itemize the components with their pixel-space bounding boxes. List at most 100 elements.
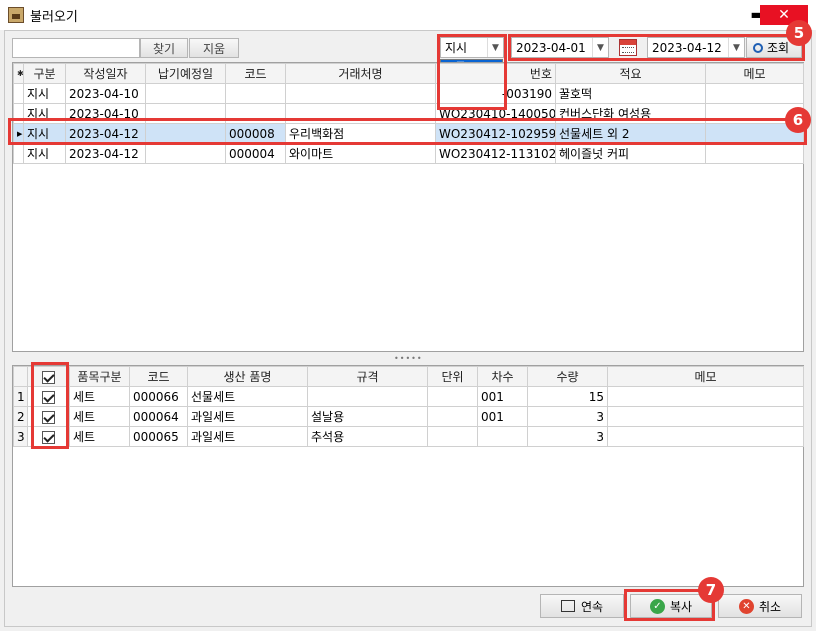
row-number: 3 [13, 426, 28, 447]
cell-spec: 설날용 [307, 406, 428, 427]
column-header[interactable]: 코드 [129, 366, 188, 387]
window-title: 불러오기 [30, 10, 78, 25]
cell-number: WO230412-10295951 [435, 123, 556, 144]
cell-quantity: 3 [527, 406, 608, 427]
cell-code: 000065 [129, 426, 188, 447]
check-circle-icon: ✓ [649, 598, 665, 614]
table-row[interactable]: 지시 2023-04-12 000004 와이마트 WO230412-11310… [13, 143, 804, 164]
type-select[interactable]: 지시 ▼ [440, 37, 504, 58]
column-header[interactable]: 납기예정일 [145, 63, 226, 84]
cell-item-type: 세트 [69, 406, 130, 427]
cell-summary: 컨버스단화 여성용 [555, 103, 706, 124]
cell-code [225, 103, 286, 124]
find-button[interactable]: 찾기 [140, 38, 188, 58]
cell-due-date [145, 123, 226, 144]
cell-memo [705, 143, 804, 164]
cell-number: WO230410-14005026 [435, 103, 556, 124]
cell-quantity: 3 [527, 426, 608, 447]
cell-memo [607, 426, 804, 447]
column-header[interactable]: 거래처명 [285, 63, 436, 84]
row-indicator [13, 83, 24, 104]
cell-spec: 추석용 [307, 426, 428, 447]
cell-unit [427, 406, 478, 427]
chevron-down-icon[interactable]: ▼ [592, 38, 608, 57]
cell-quantity: 15 [527, 386, 608, 407]
select-all-checkbox[interactable] [27, 366, 70, 387]
cell-summary: 선물세트 외 2 [555, 123, 706, 144]
app-icon [8, 7, 24, 23]
row-checkbox[interactable] [27, 406, 70, 427]
cell-type: 지시 [23, 123, 66, 144]
column-header[interactable]: 수량 [527, 366, 608, 387]
table-row[interactable]: 지시 2023-04-10 -003190 꿀호떡 [13, 83, 804, 104]
table-row[interactable]: 지시 2023-04-10 WO230410-14005026 컨버스단화 여성… [13, 103, 804, 124]
column-header[interactable]: 작성일자 [65, 63, 146, 84]
calendar-icon[interactable] [619, 39, 637, 56]
column-header[interactable]: 생산 품명 [187, 366, 308, 387]
cell-unit [427, 386, 478, 407]
continuous-button[interactable]: 연속 [540, 594, 624, 618]
cell-date: 2023-04-10 [65, 103, 146, 124]
cell-summary: 꿀호떡 [555, 83, 706, 104]
cell-client: 와이마트 [285, 143, 436, 164]
column-header[interactable]: 규격 [307, 366, 428, 387]
table-row[interactable]: 2 세트 000064 과일세트 설날용 001 3 [13, 406, 804, 427]
annotation-badge-5: 5 [786, 20, 812, 46]
column-header[interactable]: 차수 [477, 366, 528, 387]
search-input[interactable] [12, 38, 140, 58]
date-to-picker[interactable]: 2023-04-12 ▼ [647, 37, 745, 58]
row-indicator [13, 143, 24, 164]
date-from-picker[interactable]: 2023-04-01 ▼ [511, 37, 609, 58]
cell-memo [607, 386, 804, 407]
column-header[interactable]: 번호 [435, 63, 556, 84]
copy-label: 복사 [669, 599, 693, 614]
table-row[interactable]: 3 세트 000065 과일세트 추석용 3 [13, 426, 804, 447]
chevron-down-icon[interactable]: ▼ [728, 38, 744, 57]
cell-memo [705, 83, 804, 104]
search-icon [753, 42, 763, 53]
cell-item-type: 세트 [69, 426, 130, 447]
cell-due-date [145, 83, 226, 104]
row-checkbox[interactable] [27, 426, 70, 447]
splitter-handle[interactable]: ••••• [394, 354, 423, 363]
row-checkbox[interactable] [27, 386, 70, 407]
column-header[interactable]: 코드 [225, 63, 286, 84]
table-row[interactable]: 1 세트 000066 선물세트 001 15 [13, 386, 804, 407]
row-indicator [13, 103, 24, 124]
cell-number: WO230412-11310207 [435, 143, 556, 164]
annotation-badge-7: 7 [698, 577, 724, 603]
cancel-label: 취소 [758, 599, 782, 614]
cell-summary: 헤이즐넛 커피 [555, 143, 706, 164]
cell-client: 우리백화점 [285, 123, 436, 144]
column-header[interactable]: 적요 [555, 63, 706, 84]
cell-round [477, 426, 528, 447]
cell-product-name: 과일세트 [187, 406, 308, 427]
column-header[interactable]: 메모 [607, 366, 804, 387]
row-number: 2 [13, 406, 28, 427]
cell-number: -003190 [435, 83, 556, 104]
cell-item-type: 세트 [69, 386, 130, 407]
order-list-grid: ✱ 구분 작성일자 납기예정일 코드 거래처명 번호 적요 메모 지시 2023… [12, 62, 804, 352]
cell-spec [307, 386, 428, 407]
table-row-selected[interactable]: ▶ 지시 2023-04-12 000008 우리백화점 WO230412-10… [13, 123, 804, 144]
query-label: 조회 [767, 41, 790, 55]
column-header[interactable]: 메모 [705, 63, 804, 84]
cell-due-date [145, 103, 226, 124]
chevron-down-icon[interactable]: ▼ [487, 38, 503, 57]
cell-round: 001 [477, 386, 528, 407]
cell-memo [607, 406, 804, 427]
type-select-value: 지시 [445, 41, 468, 55]
cell-unit [427, 426, 478, 447]
cell-type: 지시 [23, 103, 66, 124]
column-header[interactable]: 구분 [23, 63, 66, 84]
cancel-button[interactable]: ✕ 취소 [718, 594, 802, 618]
clear-button[interactable]: 지움 [189, 38, 239, 58]
column-header[interactable]: 품목구분 [69, 366, 130, 387]
column-header[interactable]: 단위 [427, 366, 478, 387]
cell-product-name: 과일세트 [187, 426, 308, 447]
cell-code: 000064 [129, 406, 188, 427]
top-grid-header: ✱ 구분 작성일자 납기예정일 코드 거래처명 번호 적요 메모 [13, 63, 804, 84]
date-to-value: 2023-04-12 [652, 40, 722, 55]
cell-code [225, 83, 286, 104]
cell-client [285, 83, 436, 104]
